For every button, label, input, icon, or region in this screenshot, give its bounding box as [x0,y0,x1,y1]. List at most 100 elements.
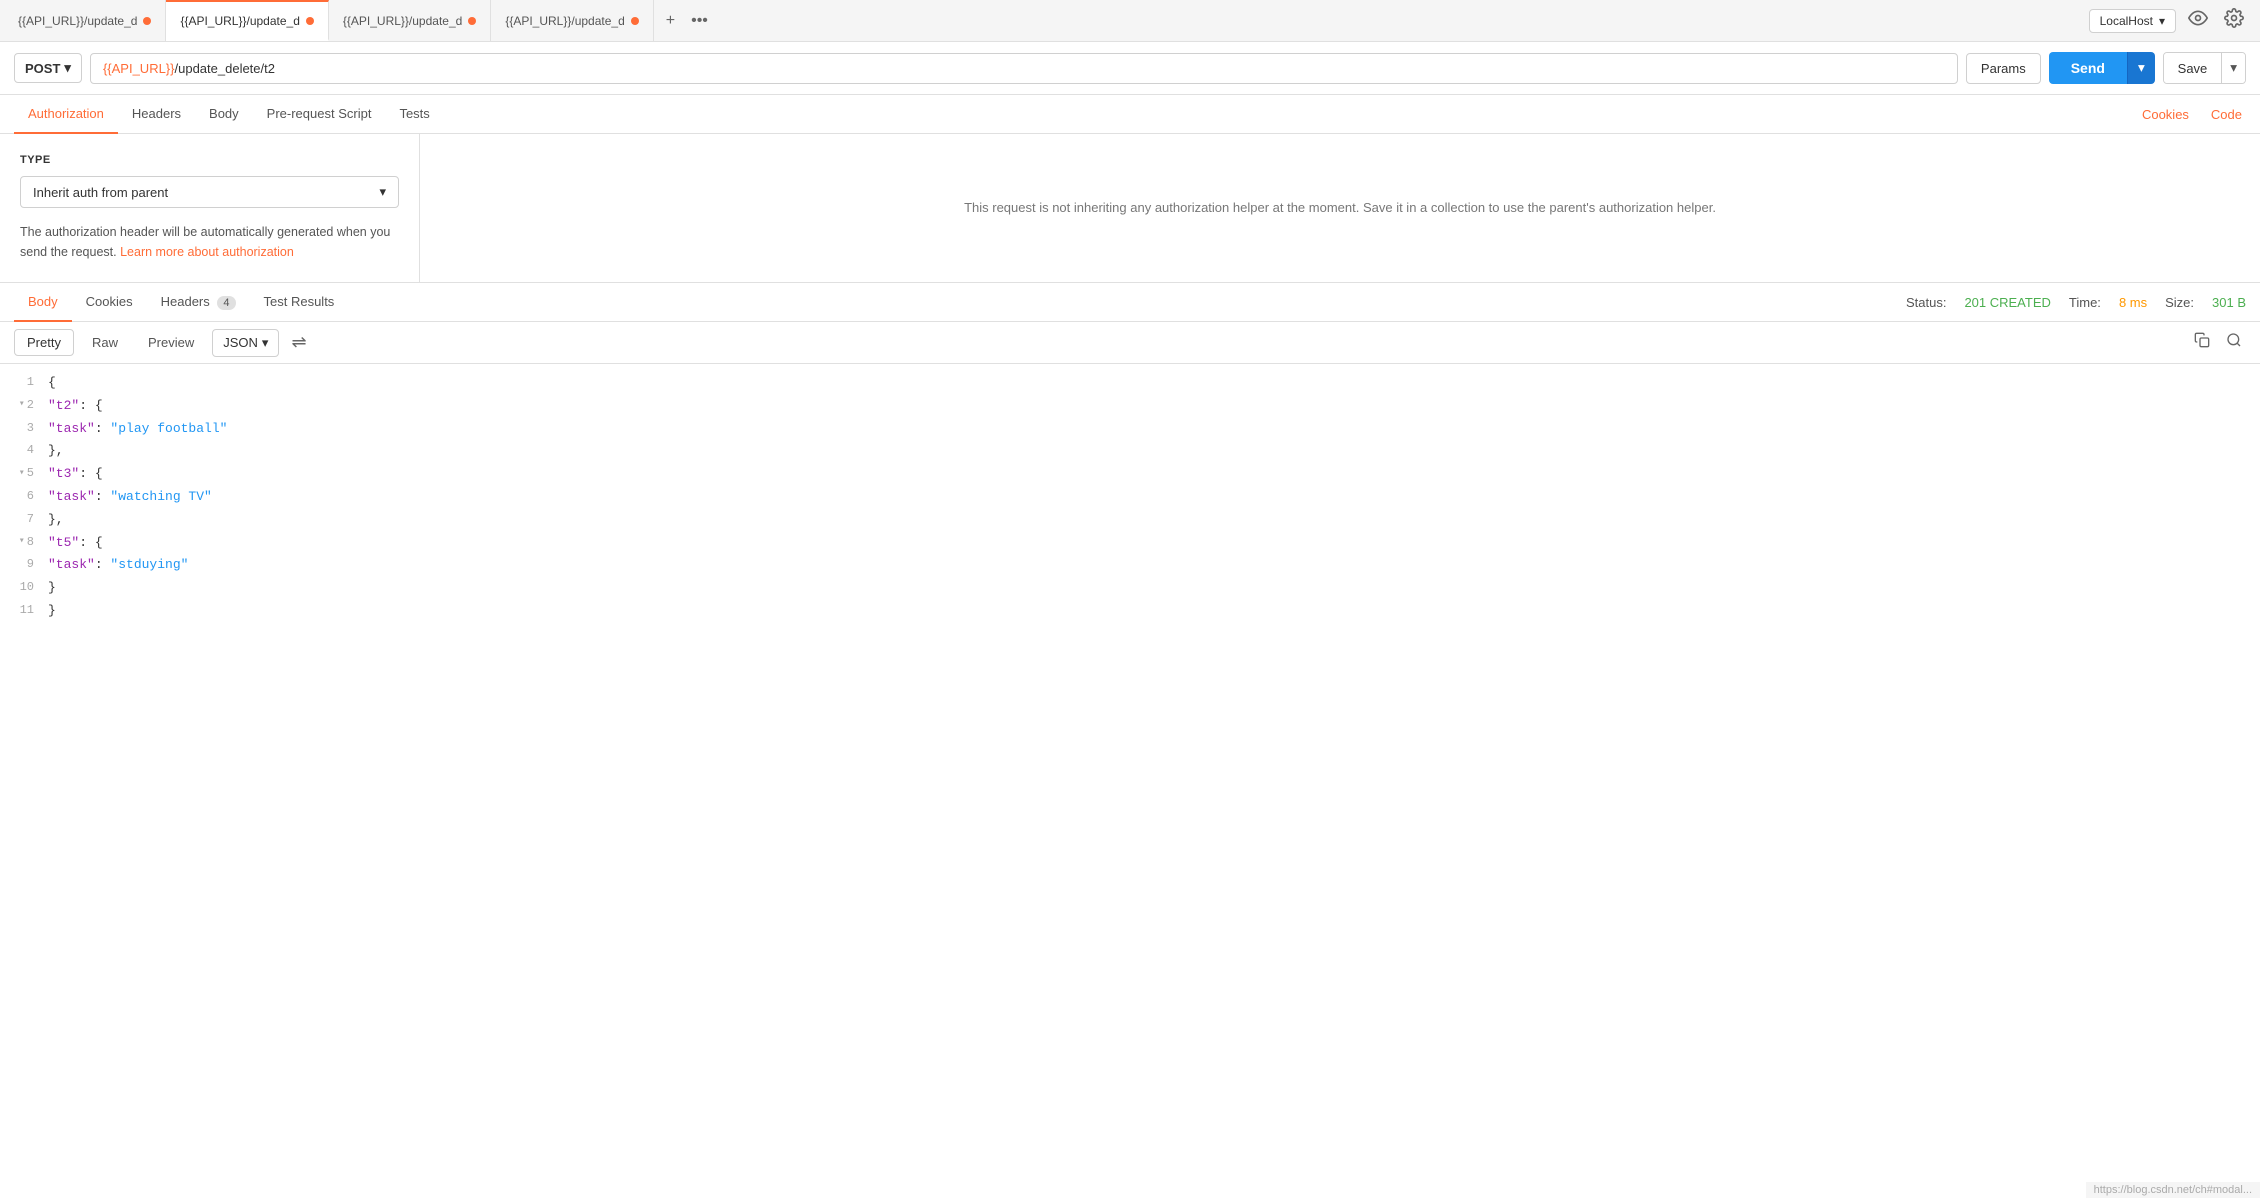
size-label: Size: [2165,295,2194,310]
code-line: 1{ [0,372,2260,395]
type-label: TYPE [20,154,399,166]
url-prefix: {{API_URL}} [103,61,175,76]
tab-1-label: {{API_URL}}/update_d [18,14,137,28]
wrap-button[interactable]: ⇌ [285,328,312,357]
tab-headers[interactable]: Headers [118,95,195,134]
tab-authorization[interactable]: Authorization [14,95,118,134]
resp-tab-body[interactable]: Body [14,283,72,322]
code-text: }, [48,441,64,462]
code-text: "task": "stduying" [48,555,188,576]
collapse-arrow-icon[interactable]: ▾ [19,534,25,550]
line-number: 9 [0,555,48,574]
tab-prerequest[interactable]: Pre-request Script [253,95,386,134]
auth-panel: TYPE Inherit auth from parent ▾ The auth… [0,134,2260,283]
headers-badge: 4 [217,296,235,310]
tab-2-label: {{API_URL}}/update_d [180,14,299,28]
collapse-arrow-icon[interactable]: ▾ [19,397,25,413]
pretty-tab[interactable]: Pretty [14,329,74,356]
raw-tab[interactable]: Raw [80,330,130,355]
auth-inherit-message: This request is not inheriting any autho… [964,198,1716,219]
status-value: 201 CREATED [1964,295,2050,310]
code-text: "task": "play football" [48,419,227,440]
code-text: } [48,601,56,622]
resp-tab-cookies[interactable]: Cookies [72,283,147,322]
add-tab-button[interactable]: + [660,8,681,34]
code-line: 3 "task": "play football" [0,418,2260,441]
save-btn-group: Save ▾ [2163,52,2246,84]
line-number: ▾2 [0,396,48,415]
cookies-link[interactable]: Cookies [2138,96,2193,133]
type-select[interactable]: Inherit auth from parent ▾ [20,176,399,208]
code-text: { [48,373,56,394]
env-label: LocalHost [2100,14,2153,28]
auth-learn-more-link[interactable]: Learn more about authorization [120,245,294,259]
save-button[interactable]: Save [2164,53,2222,83]
line-number: 1 [0,373,48,392]
line-number: ▾5 [0,464,48,483]
method-chevron-icon: ▾ [64,60,71,76]
code-line: 6 "task": "watching TV" [0,486,2260,509]
code-line: 7 }, [0,509,2260,532]
copy-button[interactable] [2190,328,2214,357]
request-bar: POST ▾ {{API_URL}}/update_delete/t2 Para… [0,42,2260,95]
send-button[interactable]: Send [2049,52,2127,84]
code-text: "t2": { [48,396,103,417]
tab-1[interactable]: {{API_URL}}/update_d [4,0,166,41]
line-number: ▾8 [0,533,48,552]
resp-tab-test-results[interactable]: Test Results [250,283,349,322]
search-button[interactable] [2222,328,2246,357]
eye-icon-button[interactable] [2184,4,2212,37]
code-line: ▾8 "t5": { [0,532,2260,555]
chevron-down-icon: ▾ [2159,14,2165,28]
format-dropdown-label: JSON [223,335,258,350]
code-text: "t3": { [48,464,103,485]
tab-2-dot [306,17,314,25]
method-selector[interactable]: POST ▾ [14,53,82,83]
response-body-toolbar: Pretty Raw Preview JSON ▾ ⇌ [0,322,2260,364]
response-status-bar: Status: 201 CREATED Time: 8 ms Size: 301… [1906,295,2246,310]
footer-url: https://blog.csdn.net/ch#modal... [2086,1182,2260,1198]
line-number: 11 [0,601,48,620]
resp-tab-headers[interactable]: Headers 4 [147,283,250,322]
code-text: "t5": { [48,533,103,554]
auth-right: This request is not inheriting any autho… [420,134,2260,282]
collapse-arrow-icon[interactable]: ▾ [19,466,25,482]
code-text: } [48,578,56,599]
tab-4[interactable]: {{API_URL}}/update_d [491,0,653,41]
response-tabs-bar: Body Cookies Headers 4 Test Results Stat… [0,283,2260,322]
settings-icon-button[interactable] [2220,4,2248,37]
method-label: POST [25,61,60,76]
type-select-value: Inherit auth from parent [33,185,168,200]
url-input[interactable]: {{API_URL}}/update_delete/t2 [90,53,1958,84]
time-label: Time: [2069,295,2101,310]
tab-tests[interactable]: Tests [385,95,443,134]
size-value: 301 B [2212,295,2246,310]
url-suffix: /update_delete/t2 [175,61,275,76]
tab-3[interactable]: {{API_URL}}/update_d [329,0,491,41]
auth-left: TYPE Inherit auth from parent ▾ The auth… [0,134,420,282]
type-select-chevron-icon: ▾ [379,184,386,200]
request-tab-right-actions: Cookies Code [2138,96,2246,133]
params-button[interactable]: Params [1966,53,2041,84]
save-dropdown-button[interactable]: ▾ [2221,53,2245,83]
code-text: }, [48,510,64,531]
send-dropdown-button[interactable]: ▾ [2127,52,2155,84]
tab-body[interactable]: Body [195,95,253,134]
line-number: 10 [0,578,48,597]
more-tabs-button[interactable]: ••• [685,8,714,34]
format-dropdown[interactable]: JSON ▾ [212,329,279,357]
preview-tab[interactable]: Preview [136,330,206,355]
code-line: 4 }, [0,440,2260,463]
env-dropdown[interactable]: LocalHost ▾ [2089,9,2176,33]
tab-4-dot [631,17,639,25]
time-value: 8 ms [2119,295,2147,310]
code-text: "task": "watching TV" [48,487,212,508]
code-line: ▾2 "t2": { [0,395,2260,418]
code-link[interactable]: Code [2207,96,2246,133]
tab-2[interactable]: {{API_URL}}/update_d [166,0,328,41]
code-area[interactable]: 1{▾2 "t2": {3 "task": "play football"4 }… [0,364,2260,631]
line-number: 7 [0,510,48,529]
tab-4-label: {{API_URL}}/update_d [505,14,624,28]
line-number: 4 [0,441,48,460]
tab-1-dot [143,17,151,25]
